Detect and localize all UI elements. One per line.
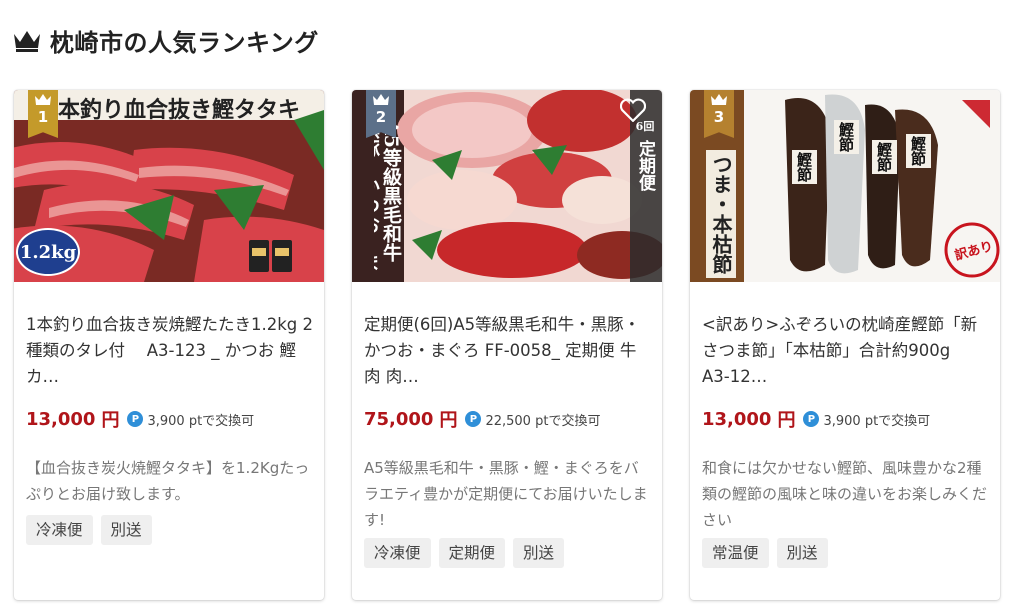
points-text: 3,900 ptで交換可 <box>823 413 931 429</box>
product-description: A5等級黒毛和牛・黒豚・鰹・まぐろをバラエティ豊かが定期便にてお届けいたします! <box>364 459 648 529</box>
tag-frozen: 冷凍便 <box>364 538 431 568</box>
point-icon: P <box>127 411 144 427</box>
product-image[interactable]: 本釣り血合抜き鰹タタキ 1.2kg 1 <box>14 90 324 282</box>
points-text: 3,900 ptで交換可 <box>147 413 255 429</box>
subscription-badge: 6回 定期便 <box>632 118 658 191</box>
image-overlay-text: つま・本枯節 <box>706 150 736 278</box>
tag-frozen: 冷凍便 <box>26 515 93 545</box>
rank-number: 2 <box>375 108 387 126</box>
price-row: 13,000 円 P 3,900 ptで交換可 <box>702 406 930 432</box>
rank-badge: 1 <box>28 90 58 138</box>
tag-list: 常温便 別送 <box>702 538 828 568</box>
tag-room-temperature: 常温便 <box>702 538 769 568</box>
point-icon: P <box>465 411 482 427</box>
price-unit: 円 <box>777 410 796 431</box>
ranking-card-2[interactable]: A5等級黒毛和牛 黒豚・かつお・まぐろ 6回 定期便 2 定期便(6回)A5等級… <box>352 90 662 600</box>
price-row: 75,000 円 P 22,500 ptで交換可 <box>364 406 600 432</box>
fish-label-2: 鰹節 <box>834 120 859 154</box>
price-row: 13,000 円 P 3,900 ptで交換可 <box>26 406 254 432</box>
price-unit: 円 <box>101 410 120 431</box>
image-overlay-text: 本釣り血合抜き鰹タタキ <box>58 97 301 123</box>
rank-badge: 3 <box>704 90 734 138</box>
badge-label: 定期便 <box>635 140 655 191</box>
ranking-card-3[interactable]: つま・本枯節 鰹節 鰹節 鰹節 鰹節 訳あり 3 <訳あり>ふぞろいの枕崎産鰹節… <box>690 90 1000 600</box>
tag-separate: 別送 <box>776 538 828 568</box>
points-text: 22,500 ptで交換可 <box>485 413 601 429</box>
rank-badge: 2 <box>366 90 396 138</box>
crown-icon <box>373 94 389 105</box>
price-value: 75,000 <box>364 408 434 430</box>
rank-number: 3 <box>713 108 725 126</box>
crown-icon <box>14 31 40 52</box>
product-description: 【血合抜き炭火焼鰹タタキ】を1.2Kgたっぷりとお届け致します。 <box>26 459 310 503</box>
fish-label-3: 鰹節 <box>872 140 897 174</box>
price-value: 13,000 <box>702 408 772 430</box>
rank-number: 1 <box>37 108 49 126</box>
crown-icon <box>711 94 727 105</box>
page-title: 枕崎市の人気ランキング <box>50 28 319 57</box>
product-title[interactable]: 1本釣り血合抜き炭焼鰹たたき1.2kg 2種類のタレ付 A3-123 _ かつお… <box>26 312 314 390</box>
tag-list: 冷凍便 別送 <box>26 515 152 545</box>
point-icon: P <box>803 411 820 427</box>
product-description: 和食には欠かせない鰹節、風味豊かな2種類の鰹節の風味と味の違いをお楽しみください <box>702 459 988 529</box>
badge-count: 6回 <box>635 120 655 133</box>
fish-label-1: 鰹節 <box>792 150 817 184</box>
product-image[interactable]: A5等級黒毛和牛 黒豚・かつお・まぐろ 6回 定期便 2 <box>352 90 662 282</box>
weight-badge: 1.2kg <box>16 228 80 276</box>
tag-separate: 別送 <box>100 515 152 545</box>
fish-label-4: 鰹節 <box>906 134 931 168</box>
product-title[interactable]: 定期便(6回)A5等級黒毛和牛・黒豚・かつお・まぐろ FF-0058_ 定期便 … <box>364 312 652 390</box>
price-value: 13,000 <box>26 408 96 430</box>
ranking-card-1[interactable]: 本釣り血合抜き鰹タタキ 1.2kg 1 1本釣り血合抜き炭焼鰹たたき1.2kg … <box>14 90 324 600</box>
tag-separate: 別送 <box>513 538 565 568</box>
price-unit: 円 <box>439 410 458 431</box>
product-title[interactable]: <訳あり>ふぞろいの枕崎産鰹節「新さつま節」「本枯節」合計約900g A3-12… <box>702 312 990 390</box>
crown-icon <box>35 94 51 105</box>
tag-subscription: 定期便 <box>438 538 506 568</box>
image-overlay-text: A5等級黒毛和牛 黒豚・かつお・まぐろ <box>374 120 402 272</box>
weight-label: 1.2kg <box>19 241 77 263</box>
product-image[interactable]: つま・本枯節 鰹節 鰹節 鰹節 鰹節 訳あり 3 <box>690 90 1000 282</box>
ranking-header: 枕崎市の人気ランキング <box>12 22 319 58</box>
tag-list: 冷凍便 定期便 別送 <box>364 538 565 568</box>
